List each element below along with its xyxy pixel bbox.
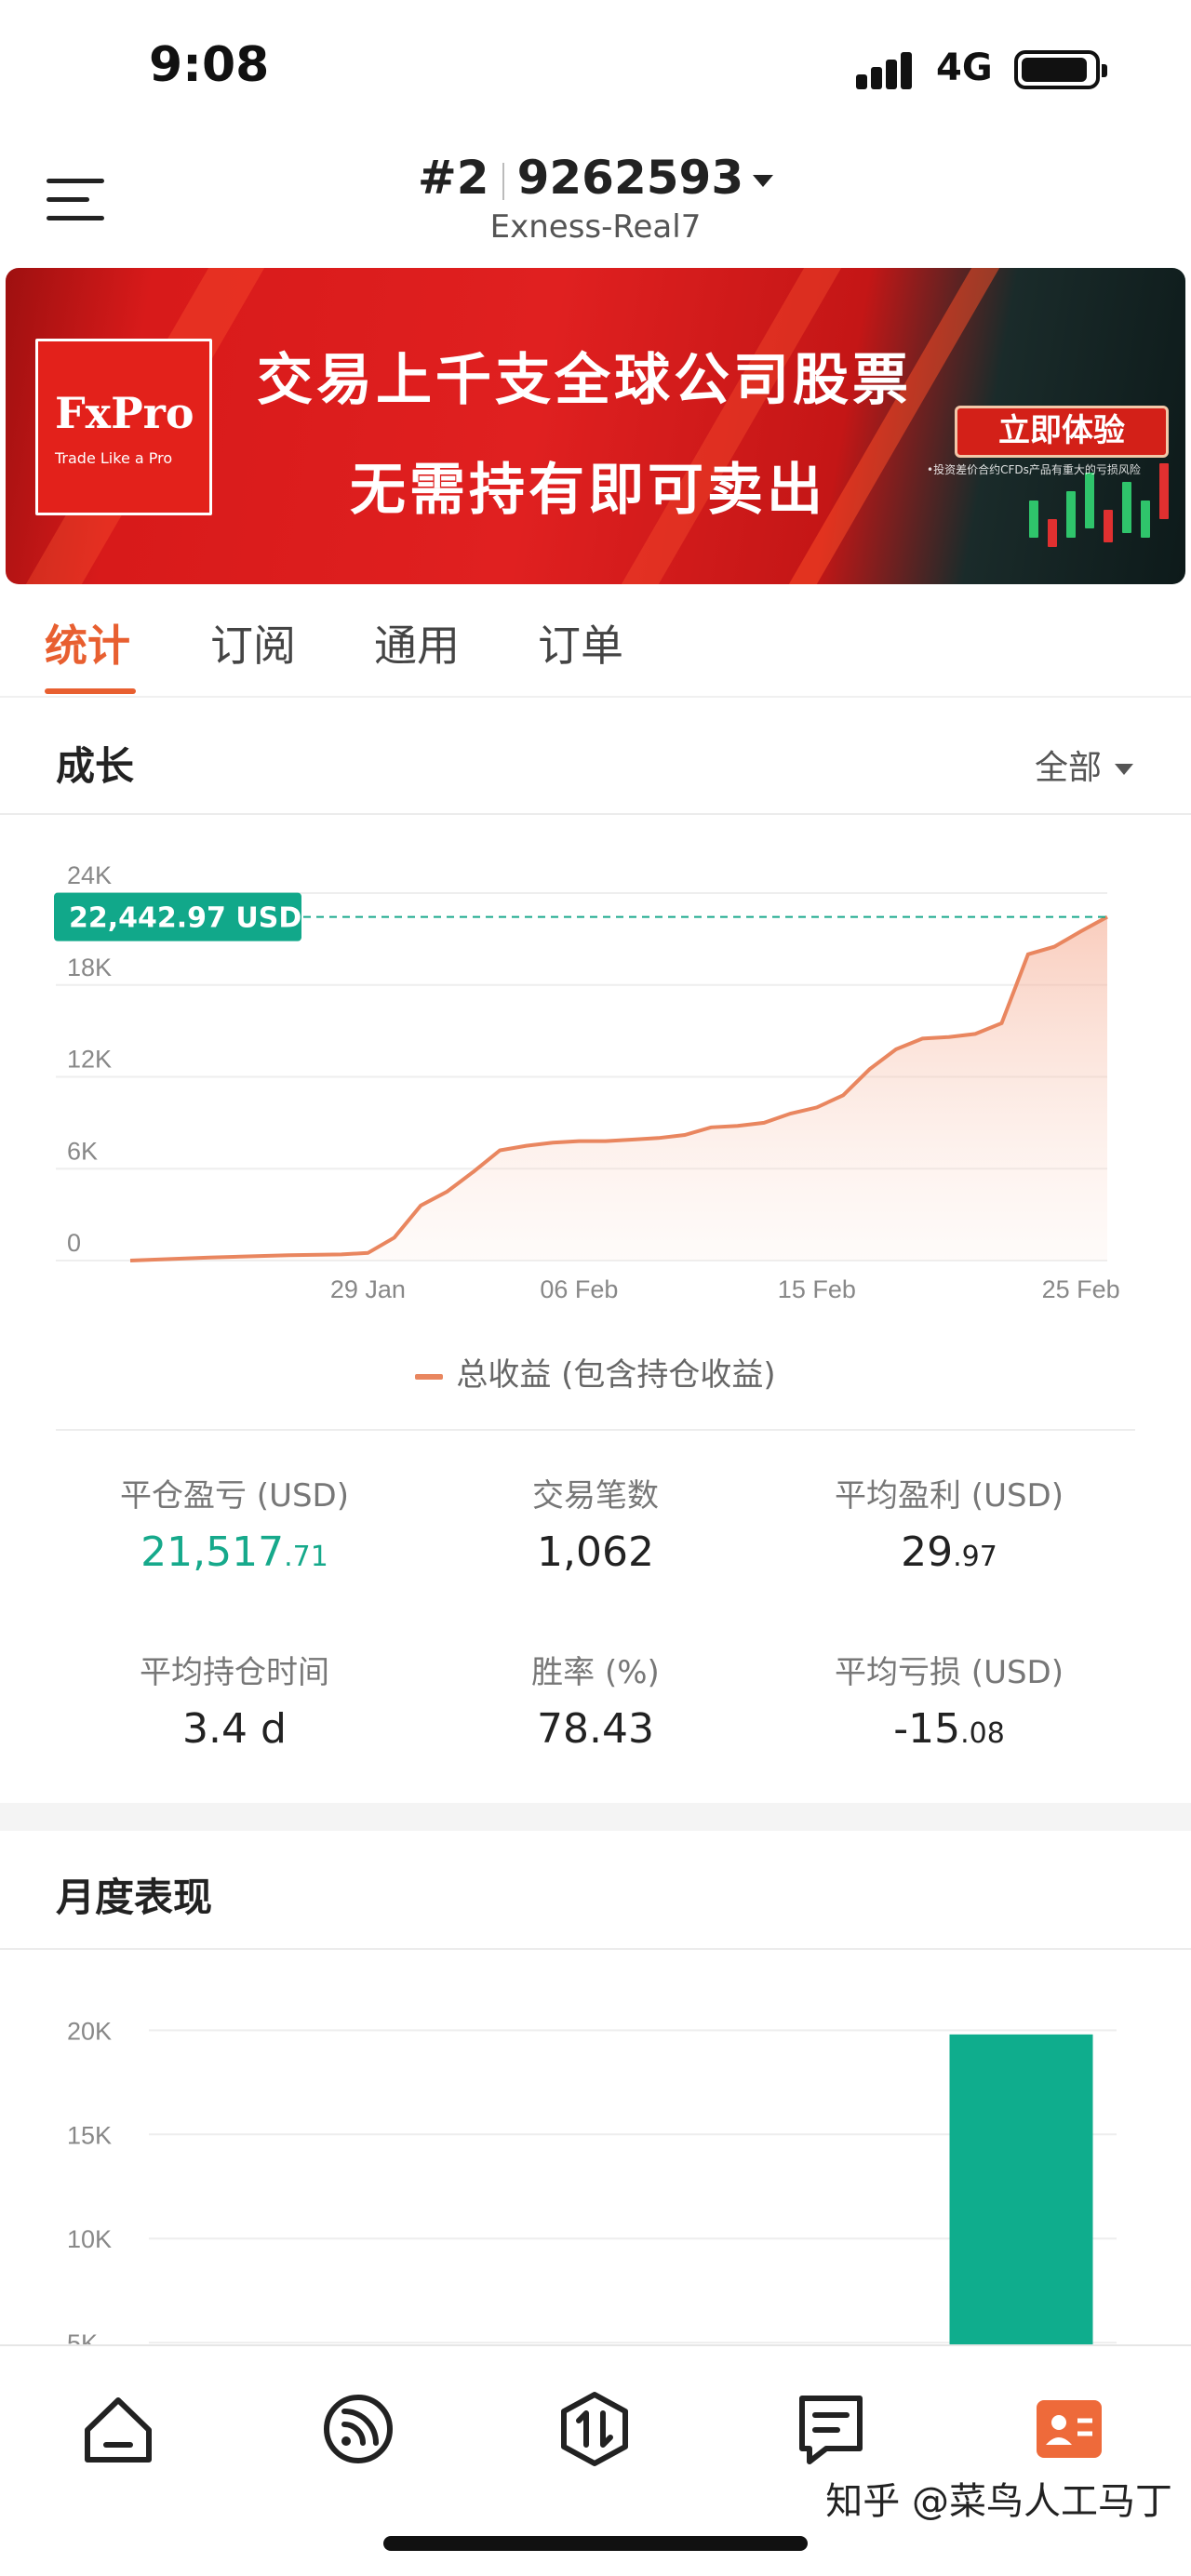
trade-icon[interactable] bbox=[553, 2387, 636, 2471]
stat-item: 胜率 (%) 78.43 bbox=[419, 1647, 772, 1753]
stat-value: 3.4 d bbox=[58, 1705, 411, 1753]
x-tick-label: 25 Feb bbox=[1042, 1275, 1120, 1303]
orders-icon[interactable] bbox=[789, 2387, 873, 2471]
period-filter-label: 全部 bbox=[1034, 749, 1102, 787]
divider bbox=[56, 1429, 1135, 1431]
battery-level bbox=[1022, 58, 1087, 82]
stat-label: 平均亏损 (USD) bbox=[835, 1654, 1064, 1691]
home-icon[interactable] bbox=[76, 2387, 160, 2471]
account-separator bbox=[502, 162, 504, 200]
monthly-section-header: 月度表现 bbox=[0, 1831, 1191, 1950]
stat-value-int: 78.43 bbox=[537, 1705, 654, 1753]
stat-label: 交易笔数 bbox=[532, 1477, 659, 1515]
y-tick-label: 20K bbox=[67, 2017, 112, 2045]
account-number: 9262593 bbox=[516, 151, 744, 205]
legend-label: 总收益 (包含持仓收益) bbox=[456, 1356, 776, 1394]
tab-orders[interactable]: 订单 bbox=[538, 612, 623, 674]
stat-item: 平仓盈亏 (USD) 21,517.71 bbox=[58, 1470, 411, 1576]
tab-statistics[interactable]: 统计 bbox=[45, 612, 130, 674]
cellular-signal-icon bbox=[856, 48, 921, 89]
stat-label: 胜率 (%) bbox=[531, 1654, 660, 1691]
growth-title: 成长 bbox=[56, 743, 135, 789]
stat-value-decimal: .71 bbox=[284, 1541, 328, 1573]
stat-value: 78.43 bbox=[419, 1705, 772, 1753]
tab-general[interactable]: 通用 bbox=[374, 612, 460, 674]
growth-chart: 0 6K 12K 18K 24K 29 Jan 06 Feb 15 Feb 25 Feb 22… bbox=[54, 861, 1120, 1303]
current-value-label: 22,442.97 USD bbox=[69, 902, 301, 935]
account-selector[interactable]: #2 9262593 Exness-Real7 bbox=[0, 151, 1191, 246]
y-tick-label: 24K bbox=[67, 861, 112, 889]
network-type: 4G bbox=[936, 47, 993, 89]
status-time: 9:08 bbox=[149, 37, 270, 93]
y-tick-label: 5K bbox=[67, 2329, 98, 2344]
tab-subscribe[interactable]: 订阅 bbox=[210, 612, 296, 674]
banner-headline: 交易上千支全球公司股票 bbox=[257, 348, 912, 413]
stat-value-int: 1,062 bbox=[537, 1528, 654, 1576]
stat-value: 21,517.71 bbox=[58, 1528, 411, 1576]
stat-value-decimal: .97 bbox=[953, 1541, 997, 1573]
chevron-down-icon bbox=[753, 175, 774, 187]
stat-value-int: 21,517 bbox=[141, 1528, 285, 1576]
battery-icon bbox=[1014, 50, 1107, 89]
ad-banner[interactable]: FxPro Trade Like a Pro 交易上千支全球公司股票 无需持有即… bbox=[6, 268, 1185, 584]
period-filter-dropdown[interactable]: 全部 bbox=[1035, 741, 1133, 789]
x-tick-label: 15 Feb bbox=[778, 1275, 856, 1303]
growth-area bbox=[130, 916, 1107, 1261]
home-indicator bbox=[383, 2536, 808, 2551]
chevron-down-icon bbox=[1115, 764, 1133, 775]
month-bar[interactable] bbox=[949, 2034, 1093, 2344]
tab-bar: 统计 订阅 通用 订单 bbox=[0, 595, 1191, 698]
stat-label: 平均盈利 (USD) bbox=[835, 1477, 1064, 1515]
app-header: #2 9262593 Exness-Real7 bbox=[0, 140, 1191, 260]
stat-item: 平均盈利 (USD) 29.97 bbox=[772, 1470, 1126, 1576]
stat-value: -15.08 bbox=[772, 1705, 1126, 1753]
y-tick-label: 12K bbox=[67, 1046, 112, 1074]
section-gap bbox=[0, 1803, 1191, 1831]
stat-value-int: 3.4 d bbox=[182, 1705, 287, 1753]
stat-item: 平均持仓时间 3.4 d bbox=[58, 1647, 411, 1753]
stat-value-int: 29 bbox=[901, 1528, 954, 1576]
y-tick-label: 10K bbox=[67, 2225, 112, 2253]
y-tick-label: 18K bbox=[67, 954, 112, 981]
profile-card-icon[interactable] bbox=[1027, 2387, 1111, 2471]
stat-value: 29.97 bbox=[772, 1528, 1126, 1576]
monthly-chart: 5K 10K 15K 20K bbox=[67, 2017, 1117, 2344]
y-tick-label: 15K bbox=[67, 2121, 112, 2149]
watermark: 知乎 @菜鸟人工马丁 bbox=[825, 2480, 1172, 2523]
stat-value-decimal: .08 bbox=[960, 1717, 1005, 1750]
banner-risk-note: •投资差价合约CFDs产品有重大的亏损风险 bbox=[927, 463, 1141, 476]
chart-legend[interactable]: 总收益 (包含持仓收益) bbox=[0, 1349, 1191, 1395]
x-tick-label: 29 Jan bbox=[330, 1275, 406, 1303]
stat-label: 平仓盈亏 (USD) bbox=[120, 1477, 349, 1515]
server-name: Exness-Real7 bbox=[489, 208, 702, 246]
x-tick-label: 06 Feb bbox=[540, 1275, 618, 1303]
feed-icon[interactable] bbox=[316, 2387, 400, 2471]
fxpro-logo: FxPro Trade Like a Pro bbox=[35, 339, 212, 515]
y-tick-label: 6K bbox=[67, 1137, 98, 1165]
y-tick-label: 0 bbox=[67, 1229, 81, 1257]
stat-item: 交易笔数 1,062 bbox=[419, 1470, 772, 1576]
stat-value: 1,062 bbox=[419, 1528, 772, 1576]
legend-swatch bbox=[415, 1373, 444, 1380]
growth-section-header: 成长 全部 bbox=[0, 703, 1191, 815]
banner-cta-button[interactable]: 立即体验 bbox=[955, 406, 1169, 458]
active-tab-indicator bbox=[45, 688, 136, 694]
monthly-title: 月度表现 bbox=[56, 1875, 213, 1920]
status-bar: 9:08 4G bbox=[0, 0, 1191, 140]
stat-value-int: -15 bbox=[893, 1705, 961, 1753]
stat-label: 平均持仓时间 bbox=[140, 1654, 329, 1691]
banner-subheadline: 无需持有即可卖出 bbox=[350, 458, 826, 523]
account-index: #2 bbox=[417, 151, 489, 205]
stat-item: 平均亏损 (USD) -15.08 bbox=[772, 1647, 1126, 1753]
